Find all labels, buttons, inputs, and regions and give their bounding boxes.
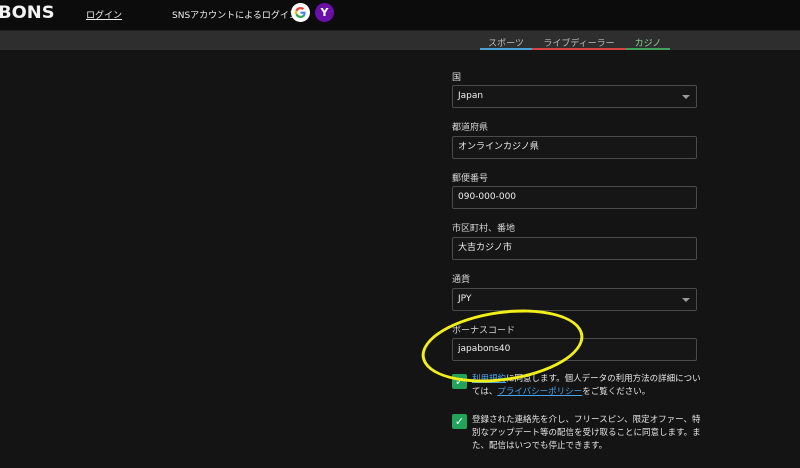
yahoo-login-button[interactable]: Y <box>315 3 334 22</box>
prefecture-input[interactable]: オンラインカジノ県 <box>452 136 697 159</box>
checkmark-icon: ✓ <box>454 415 465 428</box>
city-value: 大吉カジノ市 <box>458 243 512 253</box>
country-value: Japan <box>458 91 484 101</box>
prefecture-value: オンラインカジノ県 <box>458 142 539 152</box>
chevron-down-icon <box>682 298 690 302</box>
currency-label: 通貨 <box>452 275 471 285</box>
country-label: 国 <box>452 73 462 83</box>
tab-live-dealer[interactable]: ライブディーラー <box>532 36 626 50</box>
currency-select[interactable]: JPY <box>452 288 697 311</box>
site-logo[interactable]: BONS <box>0 3 55 23</box>
chevron-down-icon <box>682 95 690 99</box>
city-label: 市区町村、番地 <box>452 224 516 234</box>
tab-live-dealer-underline <box>532 48 626 50</box>
currency-value: JPY <box>458 294 472 304</box>
google-icon <box>295 7 306 18</box>
tab-casino[interactable]: カジノ <box>626 36 670 50</box>
marketing-checkbox[interactable]: ✓ <box>452 414 467 429</box>
prefecture-label: 都道府県 <box>452 123 489 133</box>
sns-login-label: SNSアカウントによるログイン: <box>172 11 301 21</box>
tab-sports-underline <box>480 48 532 50</box>
country-select[interactable]: Japan <box>452 85 697 108</box>
marketing-consent-text: 登録された連絡先を介し、フリースピン、限定オファー、特別なアップデート等の配信を… <box>472 415 701 451</box>
privacy-policy-link[interactable]: プライバシーポリシー <box>497 387 582 397</box>
postal-code-input[interactable]: 090-000-000 <box>452 186 697 209</box>
city-input[interactable]: 大吉カジノ市 <box>452 237 697 260</box>
tab-sports[interactable]: スポーツ <box>480 36 532 50</box>
yahoo-icon: Y <box>320 6 329 19</box>
category-bar <box>0 31 800 50</box>
terms-text-2: をご覧ください。 <box>582 387 651 397</box>
top-bar: BONS ログイン SNSアカウントによるログイン: Y <box>0 0 800 31</box>
postal-code-value: 090-000-000 <box>458 192 517 202</box>
tab-casino-underline <box>626 48 670 50</box>
postal-code-label: 郵便番号 <box>452 174 489 184</box>
login-link[interactable]: ログイン <box>86 8 122 21</box>
google-login-button[interactable] <box>291 3 310 22</box>
